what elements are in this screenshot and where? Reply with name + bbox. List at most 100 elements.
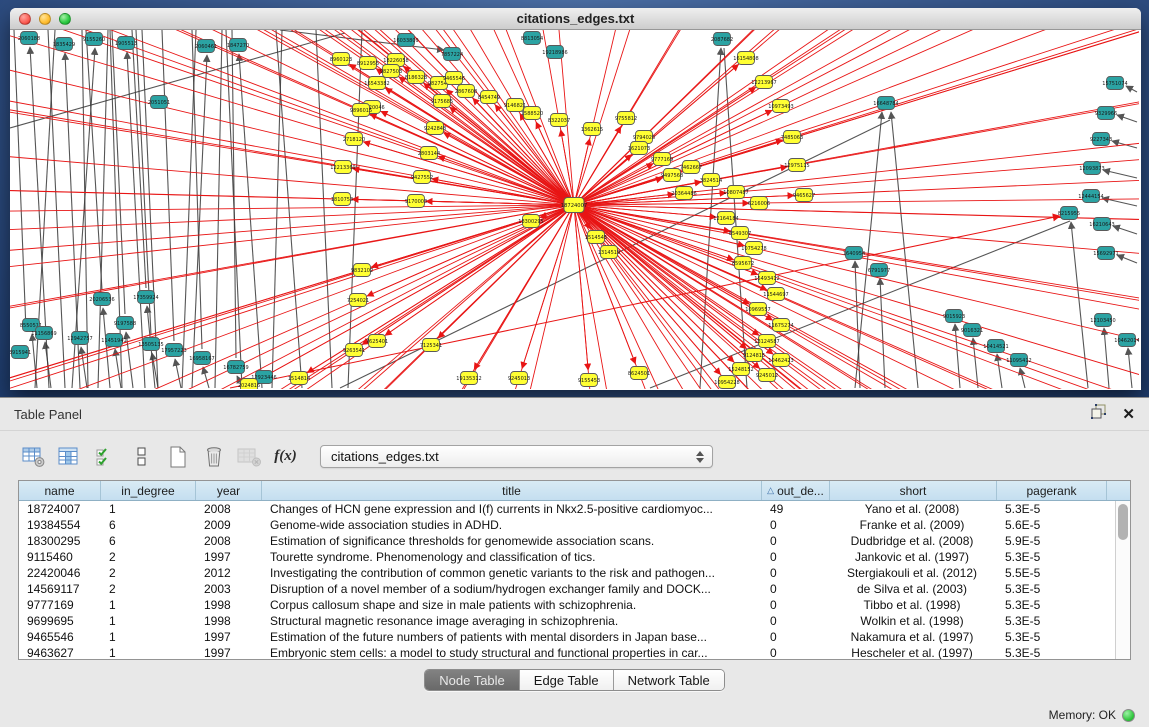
network-node[interactable]: 8912955	[357, 57, 379, 70]
network-hub-node[interactable]: 18724007	[561, 198, 587, 213]
network-node[interactable]: 1640954	[843, 247, 865, 260]
network-node[interactable]: 9170003	[405, 195, 427, 208]
network-node[interactable]: 6216006	[748, 197, 770, 210]
network-node[interactable]: 16648784	[873, 97, 898, 110]
network-node[interactable]: 9197588	[114, 317, 136, 330]
new-document-icon[interactable]	[164, 443, 191, 470]
network-node[interactable]: 7462667	[680, 161, 702, 174]
column-header-short[interactable]: short	[830, 481, 997, 500]
network-node[interactable]: 9175685	[431, 95, 453, 108]
network-node[interactable]: 2024816	[238, 379, 260, 390]
network-node[interactable]: 15751074	[1102, 77, 1127, 90]
network-node[interactable]: 9245013	[508, 372, 530, 385]
network-node[interactable]: 9497568	[661, 169, 683, 182]
tab-node-table[interactable]: Node Table	[425, 670, 520, 690]
network-node[interactable]: 12213369	[330, 161, 355, 174]
network-node[interactable]: 9155260	[83, 33, 105, 46]
network-node[interactable]: 9227343	[1090, 133, 1112, 146]
network-node[interactable]: 12093873	[1079, 162, 1104, 175]
network-node[interactable]: 16210643	[1089, 218, 1114, 231]
network-node[interactable]: 9896015	[350, 104, 372, 117]
network-node[interactable]: 6791977	[868, 264, 890, 277]
network-node[interactable]: 2051051	[148, 96, 170, 109]
network-node[interactable]: 20206536	[89, 293, 114, 306]
network-node[interactable]: 9832102	[351, 264, 373, 277]
network-node[interactable]: 10754278	[741, 242, 766, 255]
table-selector-dropdown[interactable]: citations_edges.txt	[320, 445, 713, 468]
network-node[interactable]: 1514545	[585, 231, 607, 244]
minimize-window-button[interactable]	[39, 13, 51, 25]
network-node[interactable]: 1514814	[288, 372, 310, 385]
network-node[interactable]: 3824514	[700, 174, 722, 187]
network-node[interactable]: 10462423	[768, 354, 793, 367]
function-builder-icon[interactable]: f(x)	[272, 443, 299, 470]
toggle-columns-icon[interactable]	[56, 443, 83, 470]
network-node[interactable]: 9146821	[504, 99, 526, 112]
network-node[interactable]: 19135312	[456, 372, 481, 385]
network-window[interactable]: citations_edges.txt 2060188 1835429 9155…	[10, 8, 1141, 390]
network-node[interactable]: 7485063	[781, 131, 803, 144]
network-node[interactable]: 1810753	[331, 193, 353, 206]
table-row[interactable]: 977716911998Corpus callosum shape and si…	[19, 597, 1130, 613]
network-node[interactable]: 9465627	[793, 189, 815, 202]
network-node[interactable]: 9427552	[411, 171, 433, 184]
network-node[interactable]: 9245012	[756, 369, 778, 382]
network-window-titlebar[interactable]: citations_edges.txt	[10, 8, 1141, 30]
table-vertical-scrollbar[interactable]	[1115, 501, 1130, 659]
network-node[interactable]: 2087682	[711, 33, 733, 46]
column-header-in_degree[interactable]: in_degree	[101, 481, 196, 500]
table-row[interactable]: 1872400712008Changes of HCN gene express…	[19, 501, 1130, 517]
table-row[interactable]: 946362711997Embryonic stem cells: a mode…	[19, 645, 1130, 660]
delete-table-icon[interactable]	[236, 443, 263, 470]
network-node[interactable]: 8215955	[1058, 207, 1080, 220]
column-header-out_degree[interactable]: △out_de...	[762, 481, 830, 500]
network-node[interactable]: 8322037	[548, 114, 570, 127]
network-node[interactable]: 9015923	[943, 310, 965, 323]
close-window-button[interactable]	[19, 13, 31, 25]
delete-rows-icon[interactable]	[200, 443, 227, 470]
network-node[interactable]: 15692971	[1093, 247, 1118, 260]
network-node[interactable]: 1621073	[628, 142, 650, 155]
network-node[interactable]: 1588520	[521, 107, 543, 120]
network-node[interactable]: 10462014	[1114, 334, 1139, 347]
network-node[interactable]: 1905513	[115, 37, 137, 50]
network-node[interactable]: 8813054	[521, 32, 543, 45]
network-node[interactable]: 10954228	[714, 376, 739, 389]
network-node[interactable]: 12444154	[1078, 190, 1103, 203]
close-panel-icon[interactable]: ✕	[1122, 407, 1135, 422]
table-row[interactable]: 1456911722003Disruption of a novel membe…	[19, 581, 1130, 597]
network-node[interactable]: 8549307	[729, 227, 751, 240]
column-header-title[interactable]: title	[262, 481, 762, 500]
tab-network-table[interactable]: Network Table	[614, 670, 724, 690]
table-row[interactable]: 946554611997Estimation of the future num…	[19, 629, 1130, 645]
network-node[interactable]: 20364486	[671, 187, 696, 200]
network-node[interactable]: 1314519	[598, 246, 620, 259]
table-row[interactable]: 1830029562008Estimation of significance …	[19, 533, 1130, 549]
clear-selection-icon[interactable]	[128, 443, 155, 470]
network-node[interactable]: 12103450	[1090, 314, 1115, 327]
tab-edge-table[interactable]: Edge Table	[520, 670, 614, 690]
network-node[interactable]: 10807487	[723, 186, 748, 199]
network-node[interactable]: 9016321	[961, 324, 983, 337]
network-node[interactable]: 2803144	[418, 147, 440, 160]
network-node[interactable]: 8595672	[732, 257, 754, 270]
network-node[interactable]: 1835429	[53, 38, 75, 51]
network-node[interactable]: 11095412	[1006, 354, 1031, 367]
column-header-year[interactable]: year	[196, 481, 262, 500]
scrollbar-thumb[interactable]	[1118, 504, 1128, 540]
table-row[interactable]: 2242004622012Investigating the contribut…	[19, 565, 1130, 581]
network-node[interactable]: 15493412	[754, 272, 779, 285]
table-row[interactable]: 969969511998Structural magnetic resonanc…	[19, 613, 1130, 629]
network-node[interactable]: 7254021	[347, 294, 369, 307]
network-node[interactable]: 9263541	[343, 344, 365, 357]
network-node[interactable]: 8186328	[405, 71, 427, 84]
network-node[interactable]: 7125341	[420, 339, 442, 352]
network-node[interactable]: 10414521	[983, 340, 1008, 353]
table-row[interactable]: 911546021997Tourette syndrome. Phenomeno…	[19, 549, 1130, 565]
network-node[interactable]: 2060461	[195, 40, 217, 53]
network-node[interactable]: 2718120	[343, 133, 365, 146]
network-node[interactable]: 8624501	[628, 367, 650, 380]
network-node[interactable]: 9242848	[424, 122, 446, 135]
zoom-window-button[interactable]	[59, 13, 71, 25]
float-panel-icon[interactable]	[1091, 404, 1108, 424]
